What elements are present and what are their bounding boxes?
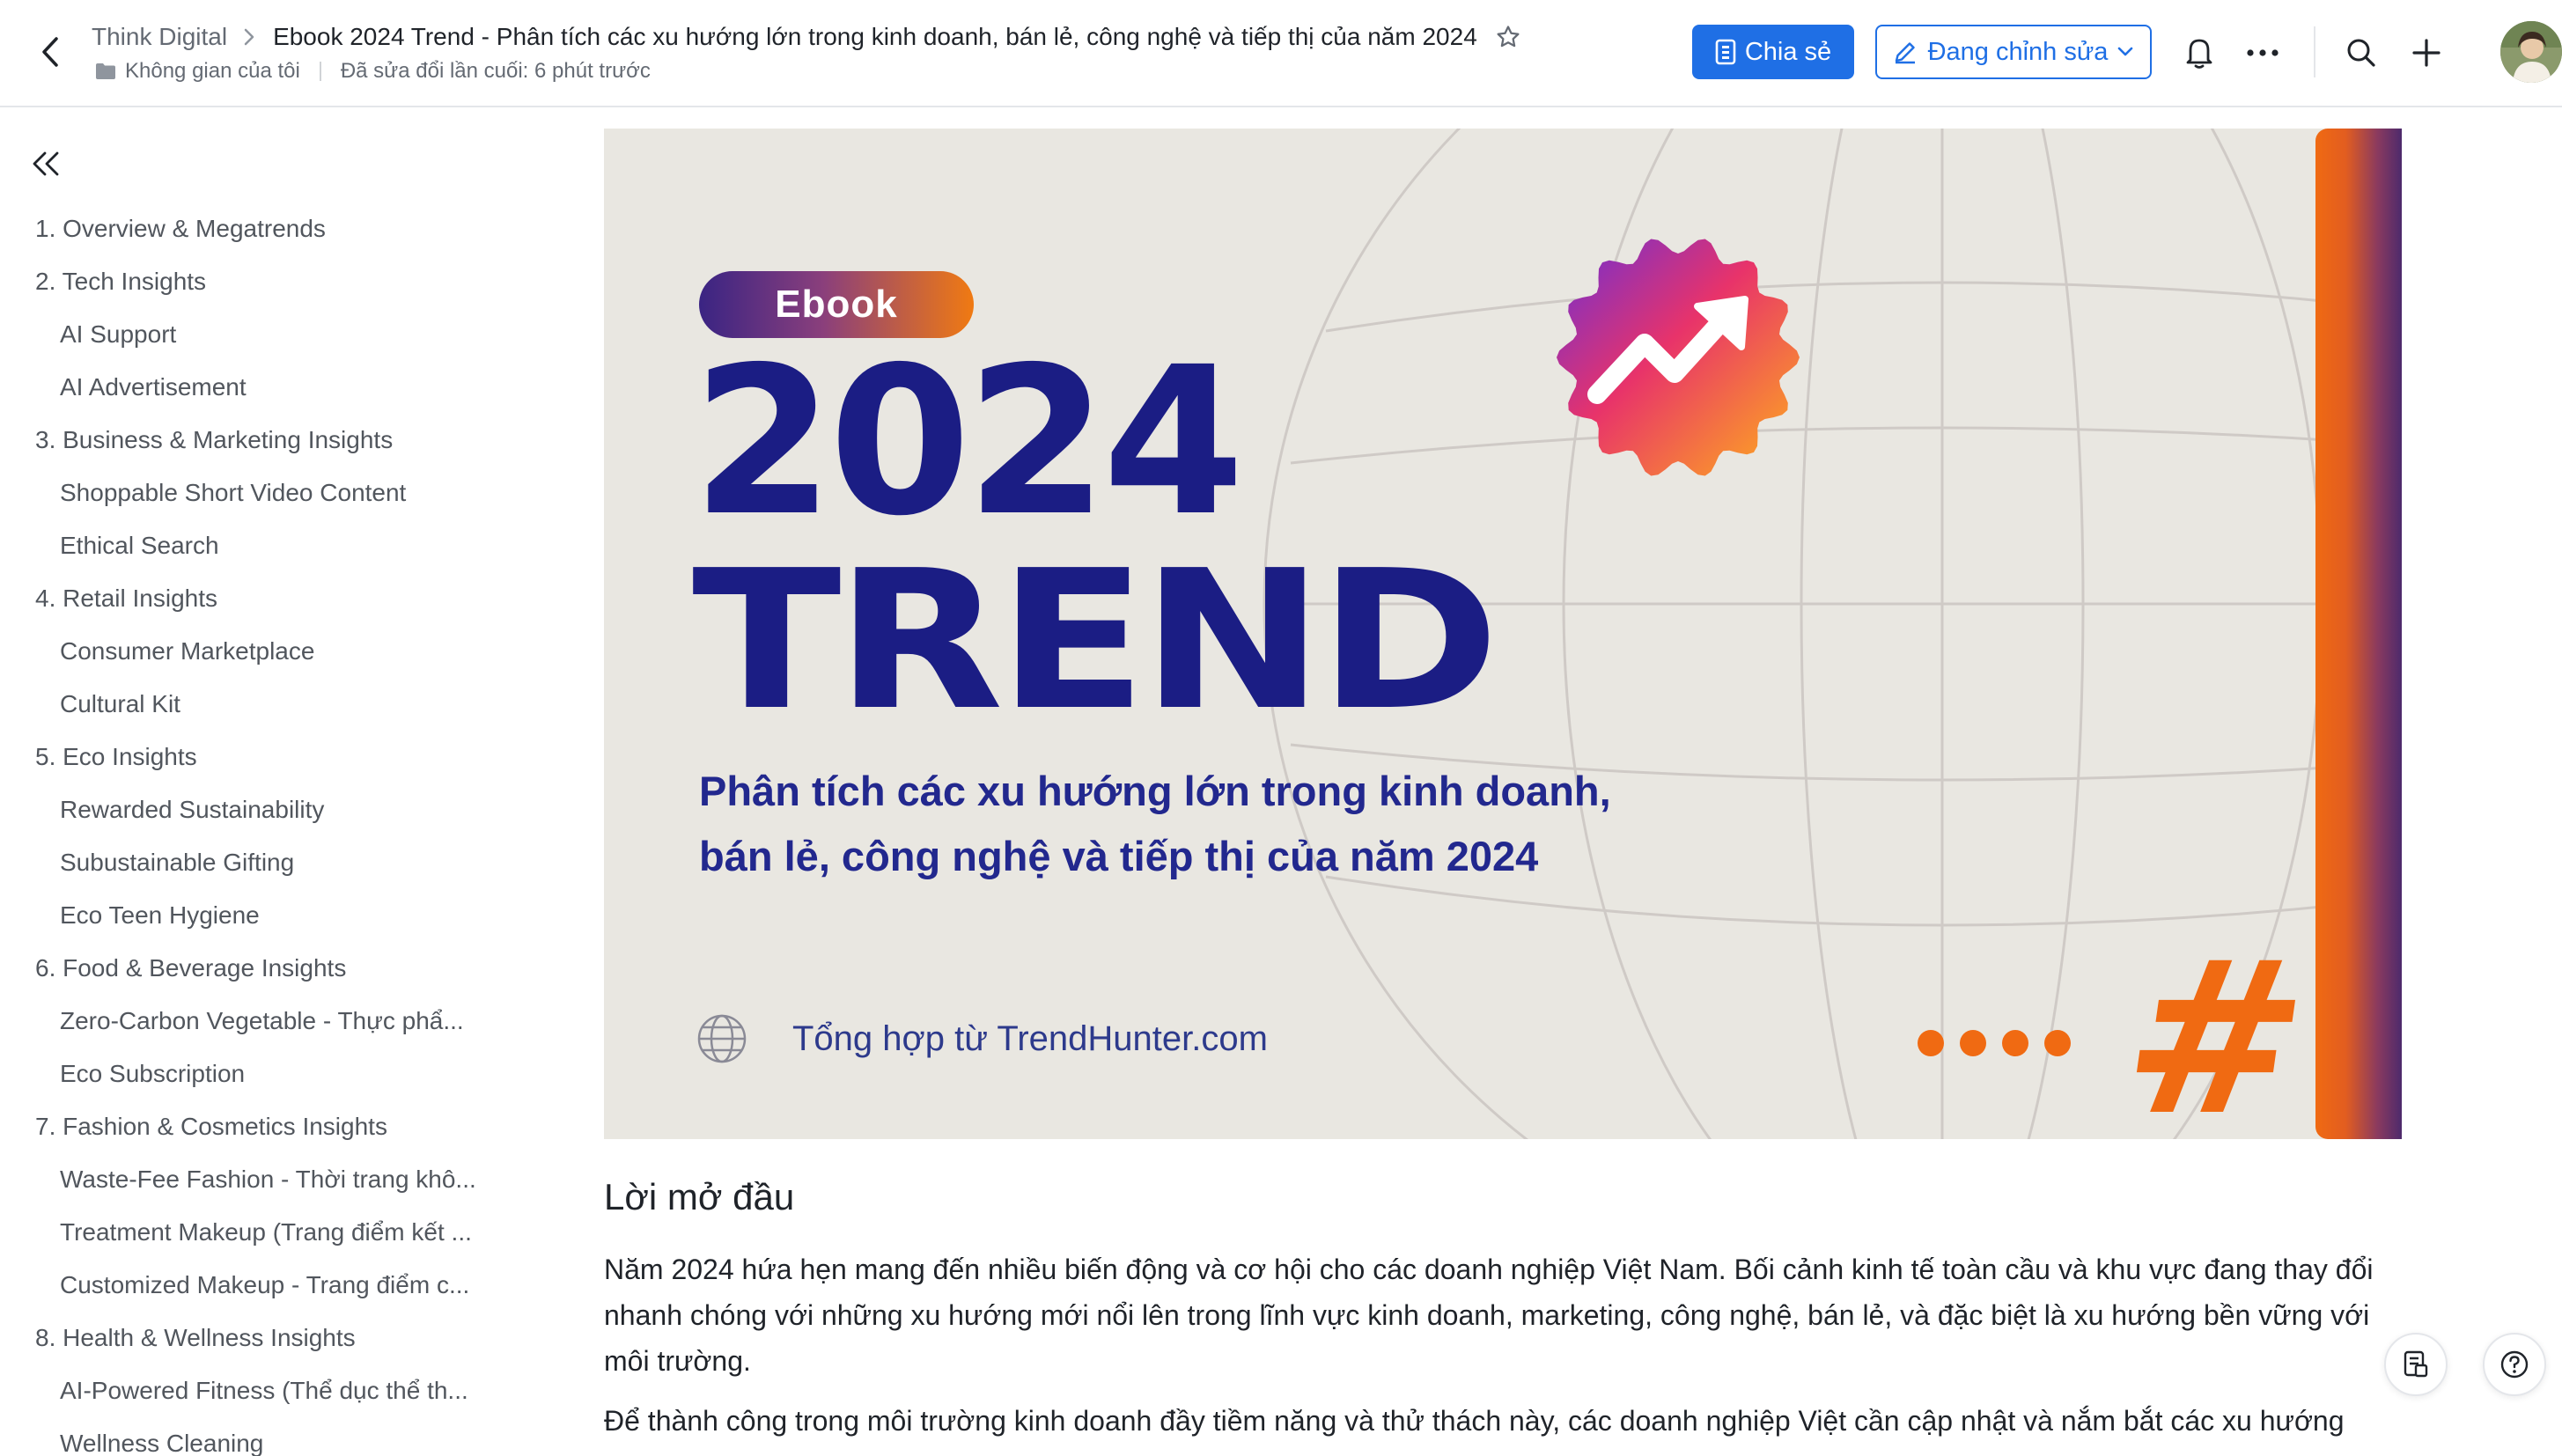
folder-location[interactable]: Không gian của tôi [95, 59, 300, 84]
toc-subsection-item[interactable]: Zero-Carbon Vegetable - Thực phẩ... [0, 995, 490, 1048]
toc-subsection-item[interactable]: Treatment Makeup (Trang điểm kết ... [0, 1206, 490, 1259]
breadcrumb: Think Digital Ebook 2024 Trend - Phân tí… [92, 19, 1521, 55]
more-options-button[interactable] [2240, 30, 2286, 76]
toc-section-item[interactable]: 5. Eco Insights [0, 731, 546, 783]
document-title[interactable]: Ebook 2024 Trend - Phân tích các xu hướn… [273, 23, 1477, 51]
help-circle-icon [2500, 1350, 2529, 1379]
more-horizontal-icon [2247, 49, 2279, 56]
cover-hash-symbol: # [2109, 916, 2322, 1139]
cover-subtitle: Phân tích các xu hướng lớn trong kinh do… [699, 759, 1756, 889]
cover-image: Ebook 2024 TREND Phân tích các xu hướng … [604, 129, 2402, 1139]
collapse-sidebar-button[interactable] [26, 144, 65, 183]
cover-source-text: Tổng hợp từ TrendHunter.com [792, 1018, 1268, 1058]
cover-source: Tổng hợp từ TrendHunter.com [696, 1012, 1268, 1065]
toc-subsection-item[interactable]: AI Support [0, 308, 490, 361]
toc-subsection-item[interactable]: Ethical Search [0, 519, 490, 572]
user-avatar[interactable] [2500, 21, 2562, 83]
toc-subsection-item[interactable]: Waste-Fee Fashion - Thời trang khô... [0, 1153, 490, 1206]
star-icon[interactable] [1495, 24, 1521, 50]
breadcrumb-space-link[interactable]: Think Digital [92, 23, 227, 51]
edit-mode-label: Đang chỉnh sửa [1927, 37, 2109, 66]
toc-section-item[interactable]: 8. Health & Wellness Insights [0, 1312, 546, 1364]
toc-subsection-item[interactable]: Eco Subscription [0, 1048, 490, 1100]
search-button[interactable] [2338, 30, 2384, 76]
document-action-button[interactable] [2384, 1333, 2448, 1396]
intro-paragraph-2: Để thành công trong môi trường kinh doan… [604, 1405, 2345, 1437]
share-button[interactable]: Chia sẻ [1692, 25, 1854, 79]
back-button[interactable] [30, 32, 70, 72]
add-button[interactable] [2404, 30, 2449, 76]
toc-list: 1. Overview & Megatrends 2. Tech Insights… [0, 202, 546, 1456]
intro-paragraph-1: Năm 2024 hứa hẹn mang đến nhiều biến độn… [604, 1254, 2374, 1377]
toc-section-item[interactable]: 7. Fashion & Cosmetics Insights [0, 1100, 546, 1153]
pencil-icon [1895, 42, 1915, 64]
toc-section-item[interactable]: 3. Business & Marketing Insights [0, 414, 546, 467]
toc-subsection-item[interactable]: AI Advertisement [0, 361, 490, 414]
folder-label: Không gian của tôi [125, 59, 300, 83]
cover-headline: TREND [692, 530, 1500, 753]
share-label: Chia sẻ [1744, 37, 1832, 66]
search-icon [2347, 39, 2375, 67]
trend-up-badge-icon [1557, 239, 1800, 476]
toc-subsection-item[interactable]: Subustainable Gifting [0, 836, 490, 889]
globe-icon [697, 1014, 747, 1063]
section-heading: Lời mở đầu [604, 1176, 795, 1217]
toc-subsection-item[interactable]: AI-Powered Fitness (Thể dục thể th... [0, 1364, 490, 1417]
edit-mode-dropdown[interactable]: Đang chỉnh sửa [1875, 25, 2152, 79]
bell-icon [2186, 39, 2212, 69]
toc-subsection-item[interactable]: Wellness Cleaning [0, 1417, 490, 1456]
toc-section-item[interactable]: 4. Retail Insights [0, 572, 546, 625]
chevron-left-icon [42, 37, 58, 67]
chevron-right-icon [243, 27, 255, 47]
header-divider [2314, 26, 2315, 77]
help-button[interactable] [2483, 1333, 2546, 1396]
toc-section-item[interactable]: 6. Food & Beverage Insights [0, 942, 546, 995]
double-chevron-left-icon [33, 151, 59, 176]
cover-side-stripe [2315, 129, 2402, 1139]
document-icon [2404, 1350, 2428, 1378]
cover-subtitle-line1: Phân tích các xu hướng lớn trong kinh do… [699, 768, 1611, 814]
toc-subsection-item[interactable]: Shoppable Short Video Content [0, 467, 490, 519]
folder-icon [96, 63, 115, 79]
document-meta: Không gian của tôi Đã sửa đổi lần cuối: … [95, 58, 651, 85]
cover-subtitle-line2: bán lẻ, công nghệ và tiếp thị của năm 20… [699, 833, 1539, 879]
meta-divider [319, 62, 321, 81]
notifications-button[interactable] [2176, 30, 2222, 76]
top-bar: Think Digital Ebook 2024 Trend - Phân tí… [0, 0, 2562, 107]
toc-subsection-item[interactable]: Customized Makeup - Trang điểm c... [0, 1259, 490, 1312]
toc-subsection-item[interactable]: Rewarded Sustainability [0, 783, 490, 836]
toc-subsection-item[interactable]: Eco Teen Hygiene [0, 889, 490, 942]
document-share-icon [1715, 39, 1736, 65]
last-edited-text: Đã sửa đổi lần cuối: 6 phút trước [340, 59, 651, 83]
chevron-down-icon [2118, 47, 2133, 56]
toc-subsection-item[interactable]: Consumer Marketplace [0, 625, 490, 678]
toc-section-item[interactable]: 2. Tech Insights [0, 255, 546, 308]
toc-section-item[interactable]: 1. Overview & Megatrends [0, 202, 546, 255]
table-of-contents-sidebar: 1. Overview & Megatrends 2. Tech Insights… [0, 109, 546, 1456]
toc-subsection-item[interactable]: Cultural Kit [0, 678, 490, 731]
cover-year: 2024 [692, 323, 1245, 561]
cover-dots [1918, 1030, 2087, 1056]
plus-icon [2412, 39, 2441, 67]
